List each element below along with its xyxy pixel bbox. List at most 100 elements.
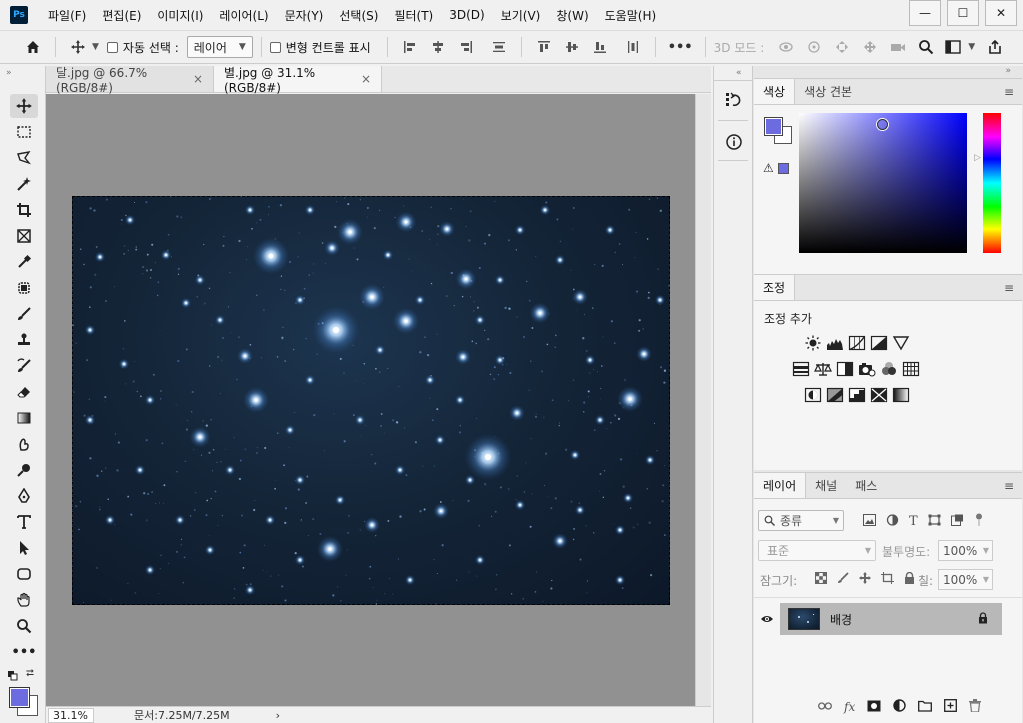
black-white-icon[interactable]	[836, 361, 854, 377]
move-tool-icon[interactable]	[10, 94, 38, 118]
history-brush-tool-icon[interactable]	[10, 354, 38, 378]
gradient-tool-icon[interactable]	[10, 406, 38, 430]
menu-layer[interactable]: 레이어(L)	[211, 7, 276, 24]
crop-tool-icon[interactable]	[10, 198, 38, 222]
path-selection-tool-icon[interactable]	[10, 536, 38, 560]
filter-type-icon[interactable]: T	[909, 514, 918, 529]
eye-icon[interactable]	[754, 603, 780, 635]
gradient-map-icon[interactable]	[892, 387, 910, 403]
eyedropper-tool-icon[interactable]	[10, 250, 38, 274]
filter-smart-object-icon[interactable]	[950, 514, 964, 529]
tab-moon[interactable]: 달.jpg @ 66.7% (RGB/8#) ×	[46, 66, 214, 95]
info-panel-icon[interactable]	[722, 130, 746, 154]
collapse-dock-icon[interactable]: «	[736, 68, 742, 78]
filter-shape-icon[interactable]	[928, 514, 941, 529]
brightness-contrast-icon[interactable]	[804, 335, 822, 351]
panel-menu-icon[interactable]: ≡	[1004, 479, 1014, 493]
exposure-icon[interactable]	[870, 335, 888, 351]
color-picker-cursor[interactable]	[877, 119, 888, 130]
saturation-brightness-field[interactable]	[799, 113, 967, 253]
align-vertical-center-icon[interactable]	[561, 36, 583, 58]
history-panel-icon[interactable]	[722, 88, 746, 112]
maximize-button[interactable]: ☐	[947, 0, 979, 26]
new-layer-icon[interactable]	[944, 699, 958, 715]
blend-mode-dropdown[interactable]: 표준 ▼	[758, 540, 876, 561]
menu-3d[interactable]: 3D(D)	[441, 8, 492, 22]
canvas-area[interactable]	[46, 94, 695, 706]
default-colors-icon[interactable]	[8, 670, 18, 681]
panel-menu-icon[interactable]: ≡	[1004, 85, 1014, 99]
foreground-color-swatch[interactable]	[9, 687, 30, 708]
collapse-panels-icon[interactable]: »	[1005, 66, 1011, 76]
filter-adjustment-icon[interactable]	[886, 514, 899, 529]
panel-menu-icon[interactable]: ≡	[1004, 281, 1014, 295]
clone-stamp-tool-icon[interactable]	[10, 328, 38, 352]
filter-toggle-icon[interactable]	[974, 513, 984, 530]
invert-icon[interactable]	[804, 387, 822, 403]
menu-select[interactable]: 선택(S)	[331, 7, 386, 24]
rectangular-marquee-tool-icon[interactable]	[10, 120, 38, 144]
filter-pixel-icon[interactable]	[863, 514, 876, 529]
align-left-icon[interactable]	[399, 36, 421, 58]
fill-field[interactable]: 100% ▼	[938, 569, 993, 590]
3d-roll-icon[interactable]	[803, 36, 825, 58]
menu-window[interactable]: 창(W)	[548, 7, 596, 24]
threshold-icon[interactable]	[848, 387, 866, 403]
menu-help[interactable]: 도움말(H)	[597, 7, 665, 24]
layer-name[interactable]: 배경	[830, 611, 852, 628]
3d-slide-icon[interactable]	[859, 36, 881, 58]
auto-select-checkbox[interactable]	[106, 41, 118, 53]
auto-select-target-dropdown[interactable]: 레이어 ▼	[186, 36, 253, 58]
chevron-down-icon[interactable]: ▼	[92, 42, 99, 52]
hue-slider[interactable]	[983, 113, 1001, 253]
rectangle-tool-icon[interactable]	[10, 562, 38, 586]
tab-adjustments[interactable]: 조정	[754, 275, 796, 300]
lock-transparent-pixels-icon[interactable]	[815, 572, 827, 587]
type-tool-icon[interactable]	[10, 510, 38, 534]
distribute-horizontal-icon[interactable]	[622, 36, 644, 58]
lock-position-icon[interactable]	[859, 572, 871, 587]
menu-view[interactable]: 보기(V)	[493, 7, 549, 24]
lock-all-icon[interactable]	[904, 571, 915, 587]
foreground-color-swatch[interactable]	[764, 117, 783, 136]
3d-orbit-icon[interactable]	[775, 36, 797, 58]
close-icon[interactable]: ×	[361, 72, 371, 86]
tab-color[interactable]: 색상	[754, 79, 796, 104]
gamut-color-swatch[interactable]	[778, 163, 789, 174]
smudge-tool-icon[interactable]	[10, 432, 38, 456]
tab-paths[interactable]: 패스	[846, 473, 886, 498]
channel-mixer-icon[interactable]	[880, 361, 898, 377]
transform-controls-checkbox[interactable]	[269, 41, 281, 53]
menu-type[interactable]: 문자(Y)	[277, 7, 332, 24]
vertical-scrollbar[interactable]	[695, 94, 711, 706]
minimize-button[interactable]: —	[909, 0, 941, 26]
more-options-button[interactable]: •••	[668, 40, 693, 55]
hue-saturation-icon[interactable]	[792, 361, 810, 377]
out-of-gamut-warning-icon[interactable]: ⚠	[763, 161, 774, 175]
frame-tool-icon[interactable]	[10, 224, 38, 248]
zoom-tool-icon[interactable]	[10, 614, 38, 638]
magic-wand-tool-icon[interactable]	[10, 172, 38, 196]
new-group-icon[interactable]	[918, 700, 933, 715]
search-icon[interactable]	[915, 36, 937, 58]
selective-color-icon[interactable]	[870, 387, 888, 403]
zoom-level-field[interactable]: 31.1%	[48, 707, 94, 723]
curves-icon[interactable]	[848, 335, 866, 351]
dodge-tool-icon[interactable]	[10, 458, 38, 482]
share-icon[interactable]	[984, 36, 1006, 58]
opacity-field[interactable]: 100% ▼	[938, 540, 993, 561]
add-mask-icon[interactable]	[867, 700, 881, 715]
document-image[interactable]	[72, 196, 670, 605]
close-button[interactable]: ✕	[985, 0, 1017, 26]
menu-file[interactable]: 파일(F)	[40, 7, 94, 24]
align-right-icon[interactable]	[455, 36, 477, 58]
menu-filter[interactable]: 필터(T)	[386, 7, 441, 24]
vibrance-icon[interactable]	[892, 335, 910, 351]
layer-filter-dropdown[interactable]: 종류 ▼	[758, 510, 844, 531]
link-layers-icon[interactable]	[818, 700, 832, 714]
hand-tool-icon[interactable]	[10, 588, 38, 612]
align-top-icon[interactable]	[533, 36, 555, 58]
healing-brush-tool-icon[interactable]	[10, 276, 38, 300]
tab-layers[interactable]: 레이어	[754, 473, 807, 498]
3d-camera-icon[interactable]	[887, 36, 909, 58]
